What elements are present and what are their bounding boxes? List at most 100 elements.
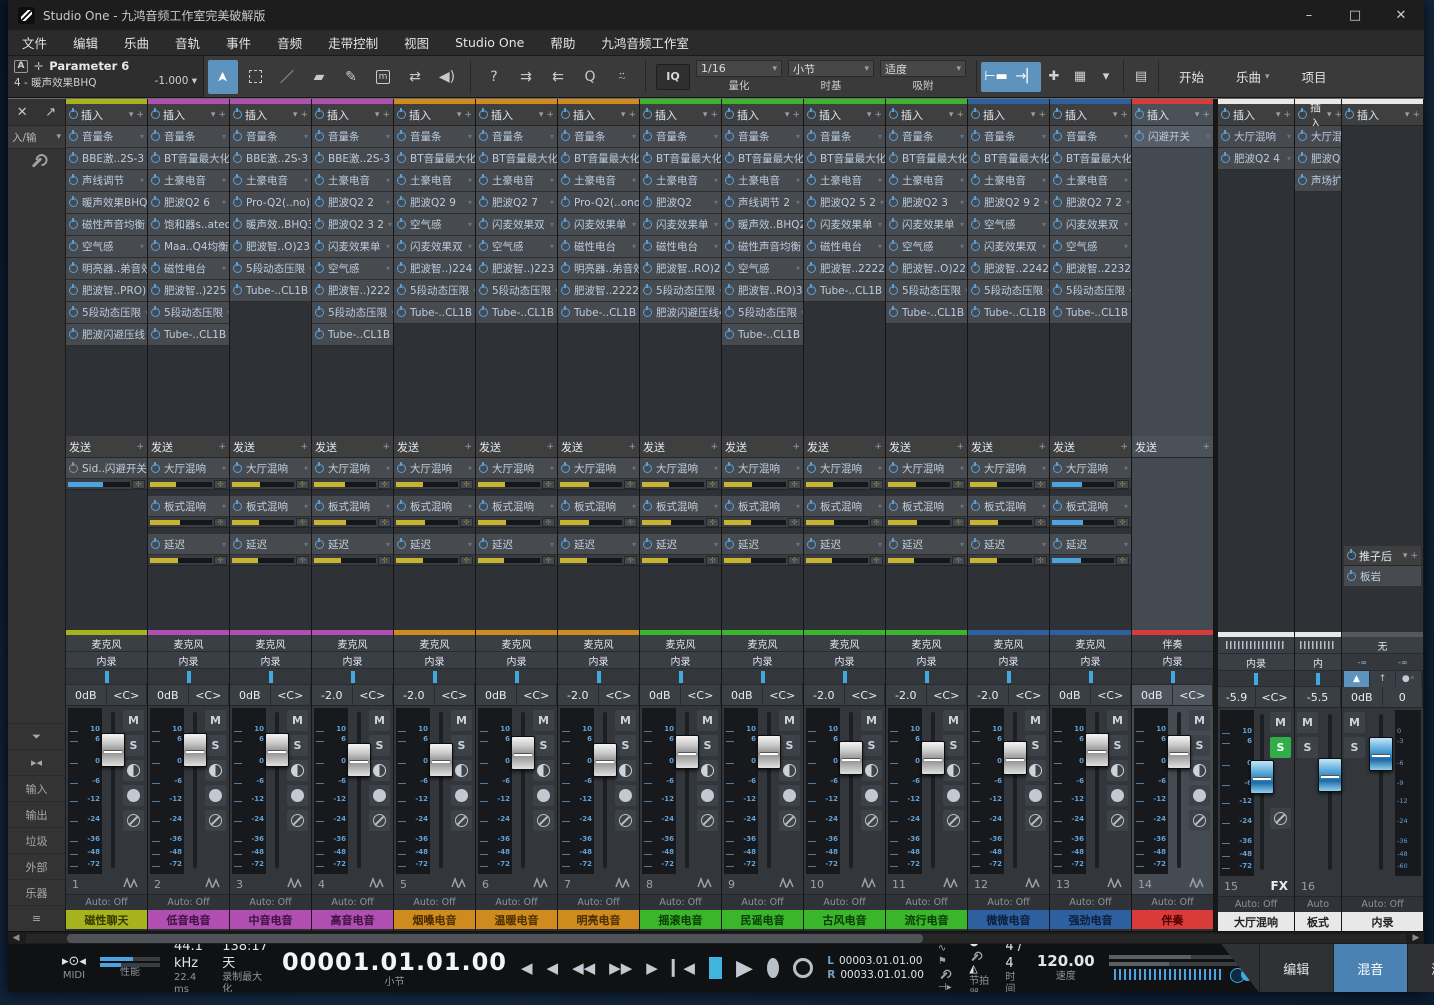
insert-slot[interactable]: 声场扩..▾: [1295, 170, 1341, 192]
inserts-dropdown-icon[interactable]: ▾: [621, 110, 626, 120]
power-icon[interactable]: [315, 286, 324, 295]
channel-name[interactable]: 高音电音: [312, 910, 393, 929]
power-icon[interactable]: [807, 132, 816, 141]
channel-input[interactable]: 麦克风: [394, 635, 475, 652]
insert-dropdown-icon[interactable]: ▾: [1042, 132, 1046, 141]
pan-strip[interactable]: [1218, 671, 1294, 687]
monitor-button[interactable]: [697, 810, 718, 831]
pan-strip[interactable]: [476, 669, 557, 685]
power-icon[interactable]: [397, 220, 406, 229]
automation-mode[interactable]: Auto: Off: [394, 894, 475, 910]
power-icon[interactable]: [315, 502, 324, 511]
automation-mode[interactable]: Auto: Off: [1342, 896, 1423, 912]
fader-slot[interactable]: [514, 708, 531, 874]
insert-slot[interactable]: 土豪电音▾: [148, 170, 229, 192]
insert-slot[interactable]: 肥波Q2 3▾: [886, 192, 967, 214]
send-fader-icon[interactable]: ⊹: [870, 480, 883, 489]
send-level-track[interactable]: [314, 520, 376, 525]
power-icon[interactable]: [643, 110, 652, 119]
volume-value[interactable]: -2.0: [886, 685, 927, 705]
send-level[interactable]: ⊹: [312, 517, 393, 528]
insert-slot[interactable]: 肥波闪避压线▾: [66, 324, 147, 346]
send-dropdown-icon[interactable]: ▾: [960, 502, 964, 511]
power-icon[interactable]: [1053, 154, 1062, 163]
scrollbar-thumb[interactable]: [67, 934, 923, 943]
insert-slot[interactable]: 闪麦效果双▾: [968, 236, 1049, 258]
power-icon[interactable]: [643, 286, 652, 295]
channel-strip-1[interactable]: 插入▾+音量条▾BBE激..2S-3▾声线调节▾暖声效果BHQ▾磁性声音均衡▾空…: [66, 99, 148, 931]
send-level-track[interactable]: [68, 482, 130, 487]
send-level-track[interactable]: [232, 558, 294, 563]
pan-mode-button[interactable]: [1107, 760, 1128, 781]
menu-item-7[interactable]: 视图: [404, 33, 429, 52]
send-fader-icon[interactable]: ⊹: [706, 518, 719, 527]
insert-slot[interactable]: 磁性电台▾: [640, 236, 721, 258]
insert-dropdown-icon[interactable]: ▾: [145, 308, 147, 317]
send-fader-icon[interactable]: ⊹: [460, 518, 473, 527]
insert-dropdown-icon[interactable]: ▾: [960, 220, 964, 229]
fader-slot[interactable]: [1368, 710, 1393, 876]
next-marker-button[interactable]: ▶: [646, 959, 658, 977]
power-icon[interactable]: [889, 242, 898, 251]
insert-slot[interactable]: 肥波智..O)22▾: [886, 258, 967, 280]
channel-input[interactable]: 麦克风: [476, 635, 557, 652]
collapse-horizontal-icon[interactable]: ▸◂: [8, 749, 65, 775]
inserts-header[interactable]: 插入▾+: [476, 104, 557, 126]
send-fader-icon[interactable]: ⊹: [1116, 556, 1129, 565]
send-dropdown-icon[interactable]: ▾: [1042, 540, 1046, 549]
send-level-track[interactable]: [478, 520, 540, 525]
send-dropdown-icon[interactable]: ▾: [468, 464, 472, 473]
monitor-speaker-icon[interactable]: ▲: [1344, 671, 1369, 687]
power-icon[interactable]: [807, 242, 816, 251]
inserts-header[interactable]: 插入▾+: [722, 104, 803, 126]
power-icon[interactable]: [1053, 264, 1062, 273]
insert-slot[interactable]: 空气感▾: [312, 258, 393, 280]
solo-button[interactable]: S: [615, 735, 636, 756]
play-button[interactable]: ▶: [736, 956, 753, 981]
send-fader-icon[interactable]: ⊹: [378, 518, 391, 527]
power-icon[interactable]: [479, 308, 488, 317]
insert-slot[interactable]: 土豪电音▾: [394, 170, 475, 192]
send-dropdown-icon[interactable]: ▾: [386, 502, 390, 511]
mixer-close-icon[interactable]: ✕: [8, 99, 37, 125]
power-icon[interactable]: [151, 308, 160, 317]
insert-dropdown-icon[interactable]: ▾: [632, 176, 636, 185]
fader-slot[interactable]: [1088, 708, 1105, 874]
mixer-detach-icon[interactable]: ↗: [37, 99, 66, 125]
monitor-button[interactable]: [943, 810, 964, 831]
power-icon[interactable]: [315, 154, 324, 163]
mute-button[interactable]: M: [1025, 710, 1046, 731]
volume-value[interactable]: 0dB: [722, 685, 763, 705]
prev-marker-button[interactable]: ◀: [547, 959, 559, 977]
send-slot[interactable]: 大厅混响▾: [1050, 458, 1131, 479]
return-to-start-button[interactable]: ▎◀: [672, 959, 695, 977]
send-level[interactable]: ⊹: [476, 517, 557, 528]
maximize-button[interactable]: □: [1332, 0, 1378, 30]
insert-dropdown-icon[interactable]: ▾: [1124, 132, 1128, 141]
power-icon[interactable]: [971, 464, 980, 473]
channel-input[interactable]: 麦克风: [886, 635, 967, 652]
insert-dropdown-icon[interactable]: ▾: [386, 198, 390, 207]
inserts-add-icon[interactable]: +: [218, 110, 226, 120]
channel-strip-3[interactable]: 插入▾+音量条▾BBE激..2S-3▾土豪电音▾Pro-Q2(..no)2▾暖声…: [230, 99, 312, 931]
insert-slot[interactable]: 土豪电音▾: [722, 170, 803, 192]
send-fader-icon[interactable]: ⊹: [542, 480, 555, 489]
channel-input[interactable]: 麦克风: [312, 635, 393, 652]
power-icon[interactable]: [889, 308, 898, 317]
insert-slot[interactable]: 音量条▾: [640, 126, 721, 148]
send-level-track[interactable]: [806, 482, 868, 487]
monitor-button[interactable]: [451, 810, 472, 831]
automation-mode[interactable]: Auto: [1295, 896, 1341, 912]
fader-knob[interactable]: [757, 735, 781, 769]
power-icon[interactable]: [315, 264, 324, 273]
power-icon[interactable]: [561, 308, 570, 317]
insert-slot[interactable]: 5段动态压限▾: [148, 302, 229, 324]
power-icon[interactable]: [725, 330, 734, 339]
inserts-dropdown-icon[interactable]: ▾: [293, 110, 298, 120]
power-icon[interactable]: [315, 198, 324, 207]
mixer-hscrollbar[interactable]: ◀ ▶: [8, 931, 1424, 944]
pan-strip[interactable]: [394, 669, 475, 685]
send-level[interactable]: ⊹: [394, 517, 475, 528]
channel-input[interactable]: 麦克风: [1050, 635, 1131, 652]
grid-add-icon[interactable]: ▦: [1067, 62, 1093, 92]
